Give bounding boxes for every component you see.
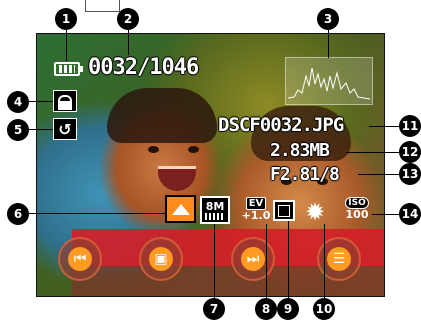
callout-3-line	[328, 30, 329, 58]
smiling-mouth	[158, 166, 196, 191]
right-eye	[188, 146, 199, 153]
menu-icon: ☰	[327, 247, 351, 271]
histogram-icon	[287, 67, 371, 100]
callout-4-line	[29, 101, 53, 102]
callout-9: 9	[277, 298, 299, 320]
previous-button[interactable]: ⏮	[58, 237, 102, 281]
child-left-hair	[107, 88, 217, 143]
file-name: DSCF0032.JPG	[218, 114, 344, 136]
scene-icon	[165, 195, 196, 223]
callout-7-line	[214, 224, 215, 298]
return-icon: ↺	[53, 118, 77, 140]
ev-value: +1.0	[241, 208, 271, 222]
callout-6-line	[29, 213, 165, 214]
resolution-label: 8M	[205, 199, 225, 213]
callout-12-line	[346, 152, 399, 153]
iso-indicator: ISO 100	[342, 194, 372, 224]
battery-tip	[80, 66, 83, 72]
callout-13-line	[358, 174, 399, 175]
top-marker-box	[85, 0, 120, 12]
callout-14-line	[372, 214, 399, 215]
callout-2-line	[128, 30, 129, 55]
callout-6: 6	[7, 203, 29, 225]
slideshow-icon: ▣	[149, 247, 173, 271]
next-icon: ⏭	[241, 247, 265, 271]
focus-frame-icon	[273, 200, 295, 221]
callout-1: 1	[55, 8, 77, 30]
callout-10-line	[324, 224, 325, 298]
callout-11: 11	[399, 115, 421, 137]
callout-9-line	[288, 221, 289, 298]
callout-5-line	[29, 129, 53, 130]
histogram-panel	[285, 57, 373, 105]
callout-3: 3	[317, 8, 339, 30]
callout-13: 13	[399, 163, 421, 185]
callout-1-line	[66, 30, 67, 61]
callout-8: 8	[255, 298, 277, 320]
callout-12: 12	[399, 141, 421, 163]
callout-5: 5	[7, 119, 29, 141]
next-button[interactable]: ⏭	[231, 237, 275, 281]
sun-icon: ✹	[304, 198, 326, 226]
resolution-badge: 8M	[200, 196, 230, 224]
callout-14: 14	[399, 203, 421, 225]
ev-label: EV	[245, 196, 267, 210]
slideshow-button[interactable]: ▣	[139, 237, 183, 281]
lock-icon	[53, 90, 77, 112]
callout-11-line	[369, 126, 399, 127]
exposure-info: F2.81/8	[270, 164, 340, 185]
ev-indicator: EV +1.0	[239, 194, 273, 224]
callout-2: 2	[117, 8, 139, 30]
previous-icon: ⏮	[68, 247, 92, 271]
left-eye	[148, 146, 159, 153]
iso-value: 100	[345, 208, 369, 221]
callout-10: 10	[313, 298, 335, 320]
callout-7: 7	[203, 298, 225, 320]
callout-4: 4	[7, 91, 29, 113]
battery-icon	[54, 62, 80, 76]
image-counter: 0032/1046	[88, 55, 199, 80]
callout-8-line	[266, 224, 267, 298]
file-size: 2.83MB	[270, 140, 330, 161]
